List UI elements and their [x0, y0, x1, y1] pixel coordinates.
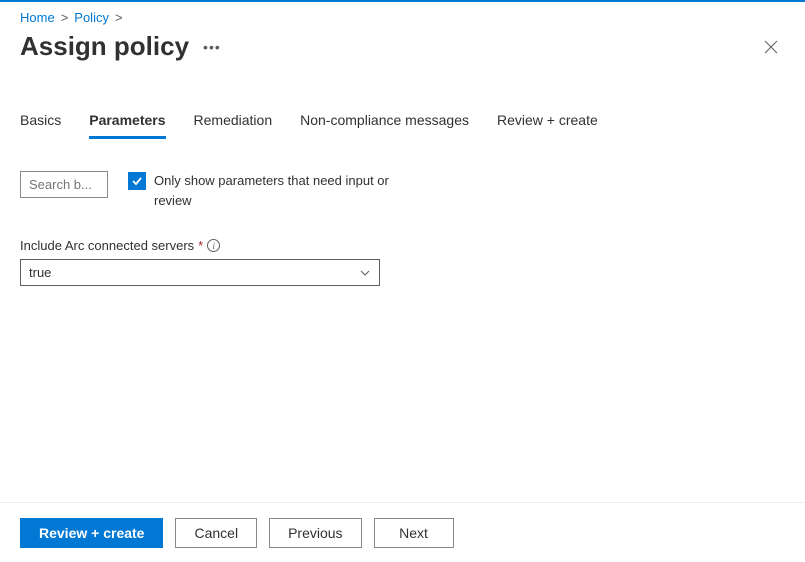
- tab-basics[interactable]: Basics: [20, 106, 61, 139]
- required-asterisk: *: [198, 238, 203, 253]
- close-icon: [764, 40, 778, 54]
- parameter-label: Include Arc connected servers: [20, 238, 194, 253]
- tab-review-create[interactable]: Review + create: [497, 106, 598, 139]
- breadcrumb-separator: >: [61, 10, 69, 25]
- dropdown-value: true: [29, 265, 51, 280]
- tab-non-compliance[interactable]: Non-compliance messages: [300, 106, 469, 139]
- only-show-needed-checkbox[interactable]: [128, 172, 146, 190]
- content-scroll-area[interactable]: Basics Parameters Remediation Non-compli…: [0, 80, 805, 487]
- breadcrumb: Home > Policy >: [0, 2, 805, 25]
- tab-remediation[interactable]: Remediation: [194, 106, 273, 139]
- next-button[interactable]: Next: [374, 518, 454, 548]
- chevron-down-icon: [359, 267, 371, 279]
- filter-checkbox-group: Only show parameters that need input or …: [128, 171, 394, 210]
- search-input[interactable]: [20, 171, 108, 198]
- tab-parameters[interactable]: Parameters: [89, 106, 165, 139]
- footer-bar: Review + create Cancel Previous Next: [0, 502, 805, 562]
- more-actions-icon[interactable]: •••: [203, 39, 221, 55]
- checkmark-icon: [131, 175, 143, 187]
- breadcrumb-home[interactable]: Home: [20, 10, 55, 25]
- info-icon[interactable]: i: [207, 239, 220, 252]
- previous-button[interactable]: Previous: [269, 518, 361, 548]
- cancel-button[interactable]: Cancel: [175, 518, 257, 548]
- tab-bar: Basics Parameters Remediation Non-compli…: [20, 80, 785, 139]
- page-header: Assign policy •••: [0, 25, 805, 80]
- filter-checkbox-label: Only show parameters that need input or …: [154, 171, 394, 210]
- close-button[interactable]: [757, 33, 785, 61]
- breadcrumb-separator: >: [115, 10, 123, 25]
- review-create-button[interactable]: Review + create: [20, 518, 163, 548]
- filter-controls-row: Only show parameters that need input or …: [20, 171, 785, 210]
- page-title: Assign policy: [20, 31, 189, 62]
- parameter-label-row: Include Arc connected servers * i: [20, 238, 785, 253]
- breadcrumb-policy[interactable]: Policy: [74, 10, 109, 25]
- include-arc-dropdown[interactable]: true: [20, 259, 380, 286]
